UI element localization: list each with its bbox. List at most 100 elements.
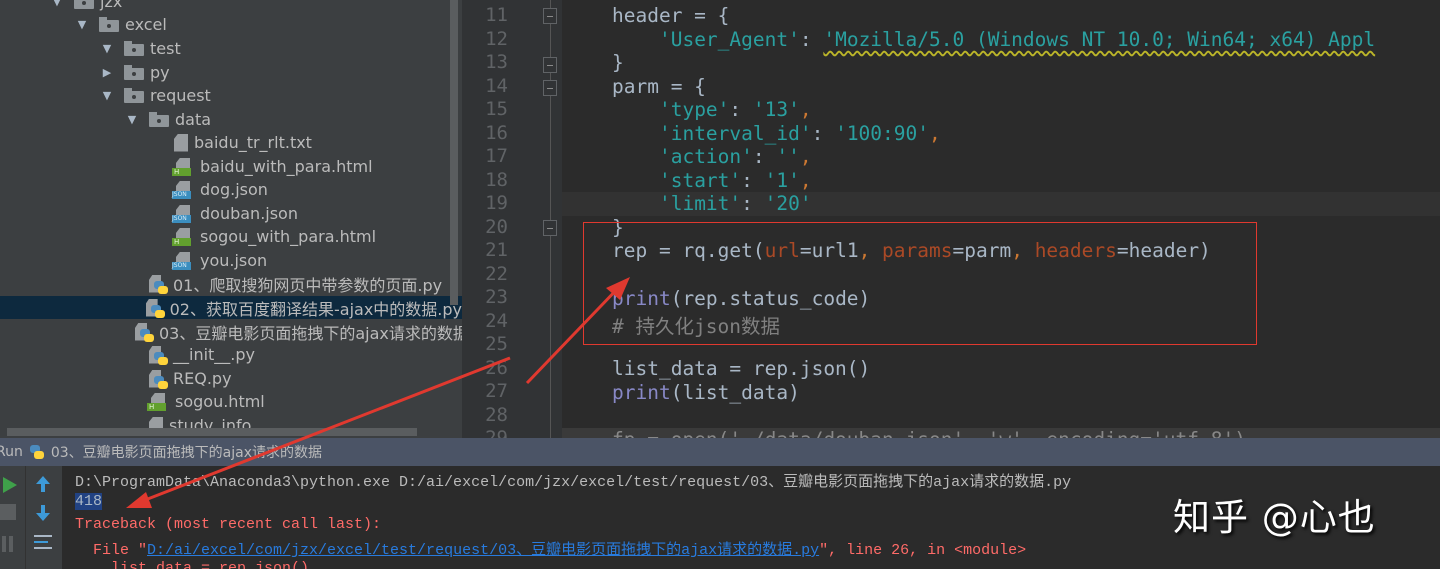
tree-item[interactable]: ▼ jzx bbox=[0, 0, 462, 13]
run-tool-window-header: Run 03、豆瓣电影页面拖拽下的ajax请求的数据 bbox=[0, 438, 1440, 466]
tree-item[interactable]: ▼ excel bbox=[0, 13, 462, 36]
console-command-line: D:\ProgramData\Anaconda3\python.exe D:/a… bbox=[75, 474, 1072, 491]
line-number: 23 bbox=[485, 286, 508, 308]
python-file-icon bbox=[145, 298, 165, 318]
tree-item-label: __init__.py bbox=[173, 345, 256, 364]
tree-item[interactable]: 02、获取百度翻译结果-ajax中的数据.py bbox=[0, 296, 462, 319]
tree-item-label: REQ.py bbox=[173, 369, 232, 388]
tree-item[interactable]: ▼ test bbox=[0, 37, 462, 60]
line-number: 13 bbox=[485, 51, 508, 73]
line-number: 12 bbox=[485, 27, 508, 50]
folder-icon bbox=[124, 87, 144, 103]
tree-item-label: douban.json bbox=[200, 204, 298, 223]
scroll-down-icon[interactable] bbox=[34, 503, 52, 523]
tree-item-label: 02、获取百度翻译结果-ajax中的数据.py bbox=[169, 299, 462, 319]
run-label: Run bbox=[0, 444, 23, 460]
line-number: 27 bbox=[485, 380, 508, 402]
tree-item-label: excel bbox=[125, 15, 167, 34]
python-file-icon bbox=[135, 322, 154, 342]
scroll-up-icon[interactable] bbox=[34, 474, 52, 494]
tree-item[interactable]: baidu_tr_rlt.txt bbox=[0, 131, 462, 154]
code-line-26: list_data = rep.json() bbox=[612, 357, 871, 380]
tree-horizontal-scrollbar[interactable] bbox=[7, 428, 417, 436]
json-file-icon: JSON bbox=[172, 204, 194, 223]
tree-item[interactable]: __init__.py bbox=[0, 343, 462, 366]
line-number: 18 bbox=[485, 168, 508, 191]
console-status-output[interactable]: 418 bbox=[75, 493, 103, 510]
folder-icon bbox=[99, 16, 119, 32]
tree-item[interactable]: Hbaidu_with_para.html bbox=[0, 155, 462, 178]
tree-item-label: request bbox=[150, 86, 211, 105]
expand-arrow-icon[interactable]: ▼ bbox=[100, 89, 114, 102]
run-config-name[interactable]: 03、豆瓣电影页面拖拽下的ajax请求的数据 bbox=[51, 442, 322, 462]
run-toolbar-right bbox=[26, 466, 62, 569]
code-line-27: print(list_data) bbox=[612, 381, 800, 404]
line-number: 17 bbox=[485, 145, 508, 167]
line-number: 11 bbox=[485, 4, 508, 26]
line-number: 25 bbox=[485, 333, 508, 355]
tree-item-label: sogou.html bbox=[175, 392, 265, 411]
code-line-11: header = { bbox=[612, 4, 730, 27]
json-file-icon: JSON bbox=[172, 251, 194, 270]
tree-item[interactable]: JSON dog.json bbox=[0, 178, 462, 201]
tree-item[interactable]: 01、爬取搜狗网页中带参数的页面.py bbox=[0, 272, 462, 295]
code-line-12: 'User_Agent': 'Mozilla/5.0 (Windows NT 1… bbox=[658, 28, 1376, 51]
tree-item-label: py bbox=[150, 63, 170, 82]
console-traceback-file: File "D:/ai/excel/com/jzx/excel/test/req… bbox=[75, 542, 1027, 559]
fold-marker[interactable] bbox=[543, 80, 557, 96]
stop-icon[interactable] bbox=[0, 504, 16, 520]
annotation-highlight-box bbox=[583, 222, 1257, 345]
code-line-14: parm = { bbox=[612, 75, 706, 98]
project-tree-panel: ▼ jzx ▼ excel ▼ test ▶ py ▼ request ▼ data baidu_tr_… bbox=[0, 0, 462, 438]
code-line-19: 'limit': '20' bbox=[658, 192, 812, 215]
fold-marker[interactable] bbox=[543, 8, 557, 24]
soft-wrap-icon[interactable] bbox=[32, 532, 54, 552]
tree-item-label: 01、爬取搜狗网页中带参数的页面.py bbox=[173, 275, 443, 295]
tree-item-label: baidu_tr_rlt.txt bbox=[194, 133, 312, 152]
code-line-15: 'type': '13', bbox=[658, 98, 812, 121]
code-line-18: 'start': '1', bbox=[658, 169, 812, 192]
tree-item-label: data bbox=[175, 110, 212, 129]
line-number: 20 bbox=[485, 215, 508, 238]
traceback-file-link[interactable]: D:/ai/excel/com/jzx/excel/test/request/0… bbox=[147, 542, 819, 559]
tree-item[interactable]: Hsogou.html bbox=[0, 390, 462, 413]
expand-arrow-icon[interactable]: ▼ bbox=[50, 0, 64, 8]
line-number: 15 bbox=[485, 98, 508, 120]
pause-icon[interactable] bbox=[2, 536, 14, 552]
fold-marker[interactable] bbox=[543, 220, 557, 236]
tree-item[interactable]: 03、豆瓣电影页面拖拽下的ajax请求的数据.p bbox=[0, 320, 462, 343]
tree-item-label: baidu_with_para.html bbox=[200, 157, 373, 176]
line-number: 14 bbox=[485, 74, 508, 97]
line-number: 28 bbox=[485, 403, 508, 426]
tree-item[interactable]: REQ.py bbox=[0, 367, 462, 390]
json-file-icon: JSON bbox=[172, 180, 194, 199]
tree-item[interactable]: ▼ data bbox=[0, 108, 462, 131]
tree-item[interactable]: JSON you.json bbox=[0, 249, 462, 272]
tree-item[interactable]: Hsogou_with_para.html bbox=[0, 225, 462, 248]
code-line-13: } bbox=[612, 51, 624, 74]
line-number: 22 bbox=[485, 262, 508, 285]
watermark: 知乎 @心也 bbox=[1173, 496, 1376, 539]
fold-marker[interactable] bbox=[543, 57, 557, 73]
console-traceback-header: Traceback (most recent call last): bbox=[75, 516, 382, 533]
text-file-icon bbox=[174, 133, 188, 152]
python-file-icon bbox=[149, 274, 168, 294]
tree-item[interactable]: ▼ request bbox=[0, 84, 462, 107]
expand-arrow-icon[interactable]: ▼ bbox=[75, 18, 89, 31]
tree-item-label: 03、豆瓣电影页面拖拽下的ajax请求的数据.p bbox=[159, 323, 462, 343]
tree-item[interactable]: JSON douban.json bbox=[0, 202, 462, 225]
expand-arrow-icon[interactable]: ▼ bbox=[100, 42, 114, 55]
collapse-arrow-icon[interactable]: ▶ bbox=[100, 66, 114, 79]
line-number: 19 bbox=[485, 192, 508, 214]
code-line-16: 'interval_id': '100:90', bbox=[658, 122, 941, 145]
run-icon[interactable] bbox=[0, 474, 20, 496]
tree-vertical-scrollbar[interactable] bbox=[450, 0, 458, 305]
expand-arrow-icon[interactable]: ▼ bbox=[125, 113, 139, 126]
tree-item-label: test bbox=[150, 39, 181, 58]
html-file-icon: H bbox=[147, 392, 169, 411]
tree-item-label: jzx bbox=[100, 0, 123, 11]
line-number: 16 bbox=[485, 121, 508, 144]
tree-item[interactable]: ▶ py bbox=[0, 61, 462, 84]
folder-icon bbox=[124, 40, 144, 56]
folder-icon bbox=[74, 0, 94, 9]
